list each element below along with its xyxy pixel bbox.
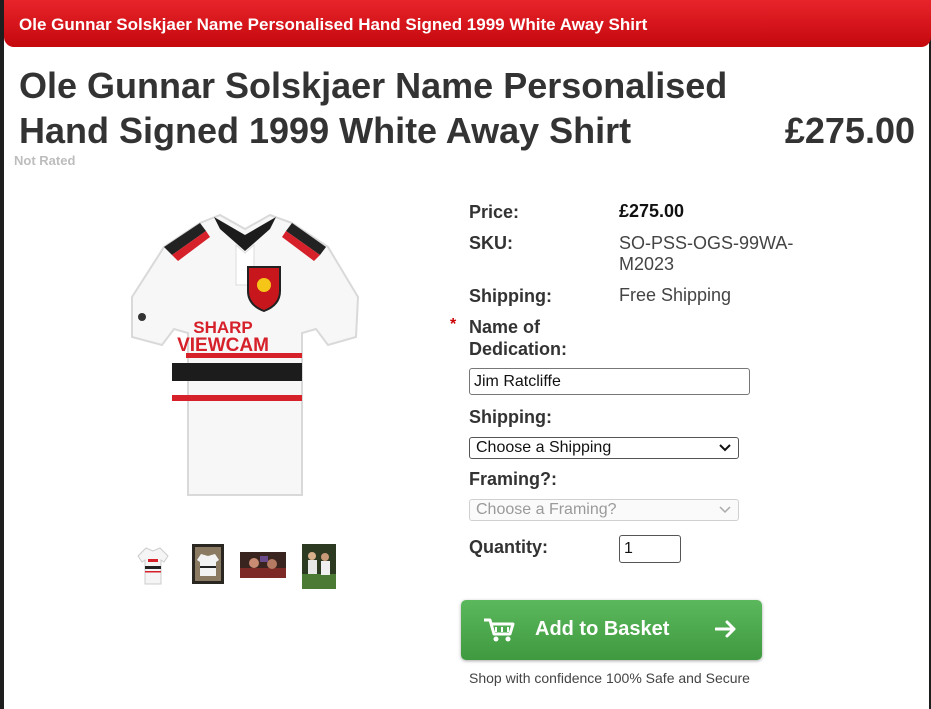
banner-title: Ole Gunnar Solskjaer Name Personalised H… (19, 15, 648, 34)
rating-status: Not Rated (14, 153, 76, 168)
price-label: Price: (469, 202, 520, 222)
thumbnail-signing-photo[interactable] (240, 552, 286, 583)
thumbnail-shirt-front[interactable] (136, 544, 170, 591)
arrow-right-icon (715, 620, 736, 638)
product-banner: Ole Gunnar Solskjaer Name Personalised H… (4, 0, 931, 47)
sku-value-line2: M2023 (619, 254, 675, 274)
chevron-down-icon (719, 506, 731, 514)
product-price-large: £275.00 (784, 110, 915, 151)
add-to-basket-button[interactable]: Add to Basket (461, 600, 762, 660)
required-mark: * (450, 316, 457, 333)
thumbnail-framed-shirt[interactable] (192, 544, 224, 589)
shirt-image: SHARP VIEWCAM (131, 213, 360, 496)
quantity-label: Quantity: (469, 537, 548, 557)
product-title: Ole Gunnar Solskjaer Name Personalised H… (19, 65, 728, 151)
cart-icon (484, 618, 515, 642)
svg-text:VIEWCAM: VIEWCAM (177, 335, 269, 356)
chevron-down-icon (719, 444, 731, 452)
shipping-select-label: Shipping: (469, 407, 552, 427)
framing-select-value: Choose a Framing? (476, 501, 617, 518)
shipping-select[interactable]: Choose a Shipping (469, 437, 739, 459)
sku-value-line1: SO-PSS-OGS-99WA- (619, 233, 794, 253)
dedication-name-input[interactable] (469, 368, 750, 395)
shipping-label: Shipping: (469, 286, 552, 306)
shipping-value: Free Shipping (619, 285, 732, 305)
product-main-image[interactable]: SHARP VIEWCAM (120, 205, 370, 505)
dedication-label-line2: Dedication: (469, 339, 568, 359)
sku-label: SKU: (469, 233, 513, 253)
page-frame-left (0, 0, 4, 709)
dedication-label-line1: Name of (469, 317, 541, 337)
framing-select[interactable]: Choose a Framing? (469, 499, 739, 521)
price-value: £275.00 (619, 201, 685, 221)
shipping-select-value: Choose a Shipping (476, 439, 612, 456)
add-to-basket-label: Add to Basket (535, 618, 670, 640)
confidence-text: Shop with confidence 100% Safe and Secur… (469, 670, 750, 686)
framing-label: Framing?: (469, 469, 557, 489)
quantity-input[interactable] (619, 535, 681, 563)
thumbnail-strip (136, 544, 346, 590)
thumbnail-players-photo[interactable] (302, 544, 336, 594)
